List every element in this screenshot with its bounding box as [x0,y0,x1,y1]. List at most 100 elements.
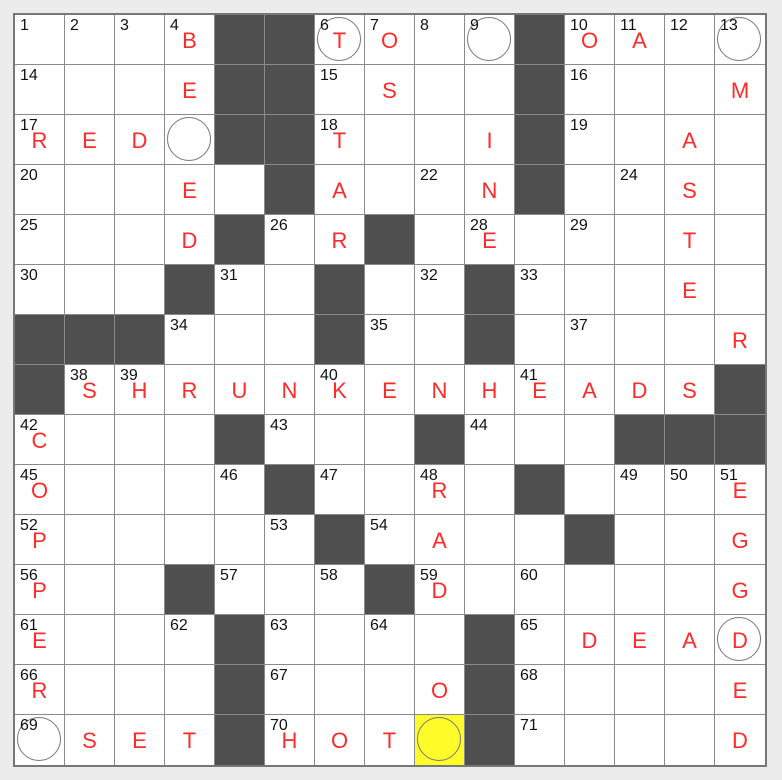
grid-cell[interactable] [515,415,565,465]
grid-cell[interactable]: 41 E [515,365,565,415]
grid-cell[interactable]: 17 R [15,115,65,165]
grid-cell[interactable] [615,515,665,565]
grid-cell[interactable]: 63 [265,615,315,665]
grid-cell[interactable]: E [65,115,115,165]
grid-cell[interactable]: N [415,365,465,415]
grid-cell[interactable] [615,215,665,265]
grid-cell[interactable] [615,315,665,365]
grid-cell[interactable]: 18 T [315,115,365,165]
grid-cell[interactable]: 46 [215,465,265,515]
grid-cell[interactable]: N [265,365,315,415]
grid-cell[interactable]: R [315,215,365,265]
grid-cell[interactable] [65,65,115,115]
grid-cell[interactable]: 35 [365,315,415,365]
grid-cell[interactable] [615,115,665,165]
grid-cell[interactable]: 60 [515,565,565,615]
grid-cell[interactable] [65,565,115,615]
grid-cell[interactable] [615,715,665,765]
grid-cell[interactable]: 31 [215,265,265,315]
grid-cell[interactable]: U [215,365,265,415]
grid-cell[interactable]: E [715,665,765,715]
grid-cell[interactable]: E [365,365,415,415]
grid-cell[interactable] [615,565,665,615]
grid-cell[interactable] [565,415,615,465]
grid-cell[interactable] [665,715,715,765]
grid-cell[interactable]: E [665,265,715,315]
grid-cell[interactable]: N [465,165,515,215]
grid-cell[interactable]: R [165,365,215,415]
grid-cell[interactable] [165,665,215,715]
grid-cell[interactable] [315,665,365,715]
grid-cell[interactable]: T [665,215,715,265]
grid-cell[interactable]: D [565,615,615,665]
grid-cell[interactable] [665,515,715,565]
grid-cell[interactable]: A [415,515,465,565]
grid-cell[interactable]: 48 R [415,465,465,515]
grid-cell[interactable]: 70 H [265,715,315,765]
grid-cell[interactable]: D [615,365,665,415]
grid-cell[interactable] [65,665,115,715]
grid-cell[interactable]: 9 [465,15,515,65]
grid-cell[interactable]: T [165,715,215,765]
grid-cell[interactable] [515,215,565,265]
grid-cell[interactable]: E [615,615,665,665]
grid-cell[interactable] [215,165,265,215]
grid-cell[interactable]: 15 [315,65,365,115]
grid-cell[interactable]: 45 O [15,465,65,515]
grid-cell[interactable]: 34 [165,315,215,365]
grid-cell[interactable]: 66 R [15,665,65,715]
grid-cell[interactable]: M [715,65,765,115]
grid-cell[interactable] [665,665,715,715]
grid-cell[interactable]: 10 O [565,15,615,65]
grid-cell[interactable]: 29 [565,215,615,265]
grid-cell[interactable]: G [715,565,765,615]
grid-cell[interactable]: D [165,215,215,265]
grid-cell[interactable] [215,315,265,365]
grid-cell[interactable] [715,215,765,265]
grid-cell[interactable]: I [465,115,515,165]
grid-cell[interactable]: 49 [615,465,665,515]
grid-cell[interactable] [415,65,465,115]
grid-cell[interactable]: E [165,165,215,215]
grid-cell[interactable]: 19 [565,115,615,165]
grid-cell[interactable]: 32 [415,265,465,315]
grid-cell[interactable] [115,65,165,115]
grid-cell[interactable] [265,315,315,365]
grid-cell[interactable] [715,265,765,315]
grid-cell[interactable] [265,265,315,315]
grid-cell[interactable]: 62 [165,615,215,665]
grid-cell[interactable]: E [165,65,215,115]
grid-cell[interactable] [515,315,565,365]
grid-cell[interactable]: 7O [365,15,415,65]
grid-cell[interactable] [115,465,165,515]
grid-cell[interactable]: 65 [515,615,565,665]
grid-cell[interactable] [115,665,165,715]
grid-cell[interactable]: 26 [265,215,315,265]
grid-cell[interactable]: O [415,665,465,715]
grid-cell[interactable] [415,315,465,365]
grid-cell[interactable]: 40 K [315,365,365,415]
grid-cell[interactable]: 20 [15,165,65,215]
grid-cell[interactable]: 4B [165,15,215,65]
grid-cell[interactable]: A [315,165,365,215]
grid-cell[interactable] [365,165,415,215]
grid-cell[interactable]: 39 H [115,365,165,415]
grid-cell[interactable] [365,465,415,515]
grid-cell[interactable] [65,465,115,515]
grid-cell[interactable] [65,265,115,315]
grid-cell[interactable]: 6T [315,15,365,65]
grid-cell[interactable] [365,115,415,165]
grid-cell[interactable] [115,515,165,565]
grid-cell[interactable]: 12 [665,15,715,65]
grid-cell[interactable] [65,615,115,665]
grid-cell[interactable] [665,565,715,615]
grid-cell[interactable] [165,415,215,465]
grid-cell[interactable] [715,165,765,215]
grid-cell[interactable] [65,215,115,265]
grid-cell[interactable]: D [115,115,165,165]
grid-cell[interactable] [165,465,215,515]
grid-cell[interactable]: S [665,165,715,215]
grid-cell[interactable] [165,115,215,165]
grid-cell[interactable] [365,665,415,715]
grid-cell[interactable]: 24 [615,165,665,215]
